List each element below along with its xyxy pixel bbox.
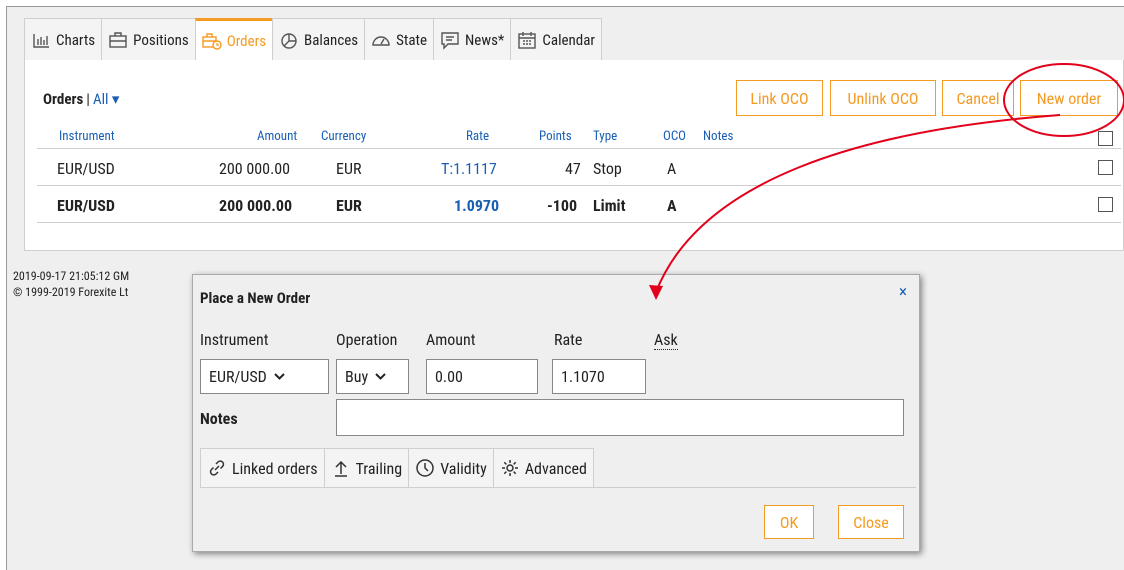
trailing-arrow-icon [334, 460, 347, 477]
cell-rate: T:1.1117 [441, 159, 497, 178]
cell-points: 47 [565, 159, 581, 178]
notes-label: Notes [200, 409, 238, 428]
link-oco-button[interactable]: Link OCO [736, 80, 823, 116]
tab-orders-label: Orders [226, 32, 267, 50]
col-rate[interactable]: Rate [466, 129, 489, 144]
balances-icon [281, 32, 297, 49]
tab-advanced[interactable]: Advanced [492, 448, 594, 488]
table-row[interactable]: EUR/USD 200 000.00 EUR 1.0970 -100 Limit… [37, 186, 1121, 223]
col-notes[interactable]: Notes [703, 129, 733, 144]
unlink-oco-button[interactable]: Unlink OCO [830, 80, 936, 116]
tab-news[interactable]: News* [433, 18, 512, 60]
tab-linked-orders-label: Linked orders [232, 458, 318, 478]
row-checkbox[interactable] [1098, 197, 1113, 212]
calendar-icon [518, 31, 537, 49]
state-icon [372, 35, 390, 46]
clock-icon [416, 459, 434, 477]
cancel-order-button[interactable]: Cancel [942, 80, 1014, 116]
tab-balances-label: Balances [304, 30, 359, 49]
instrument-value: EUR/USD [209, 367, 267, 386]
operation-value: Buy [345, 367, 369, 386]
new-order-button[interactable]: New order [1020, 80, 1118, 116]
cell-instrument: EUR/USD [57, 159, 115, 178]
cell-instrument: EUR/USD [57, 196, 115, 215]
col-oco[interactable]: OCO [663, 129, 686, 144]
orders-panel: Orders | All ▾ Link OCO Unlink OCO Cancel … [24, 60, 1124, 251]
instrument-label: Instrument [200, 330, 269, 349]
select-all-checkbox[interactable] [1098, 131, 1113, 146]
close-button[interactable]: Close [838, 505, 904, 539]
tab-state-label: State [396, 30, 427, 49]
tab-state[interactable]: State [364, 18, 434, 60]
notes-input[interactable] [336, 399, 904, 436]
cell-points: -100 [547, 196, 578, 215]
cell-type: Stop [593, 159, 622, 178]
cell-oco: A [667, 196, 677, 215]
rate-input[interactable]: 1.1070 [552, 359, 646, 394]
tab-calendar-label: Calendar [542, 30, 595, 49]
ok-button[interactable]: OK [764, 505, 814, 539]
positions-icon [109, 31, 127, 48]
status-footer: 2019-09-17 21:05:12 GM © 1999-2019 Forex… [13, 268, 129, 300]
cell-rate: 1.0970 [454, 196, 500, 215]
tab-trailing[interactable]: Trailing [323, 448, 410, 488]
tab-validity[interactable]: Validity [408, 448, 494, 488]
tab-linked-orders[interactable]: Linked orders [200, 448, 325, 488]
cell-currency: EUR [336, 159, 362, 178]
rate-label: Rate [554, 330, 583, 349]
gear-icon [501, 460, 518, 476]
row-checkbox[interactable] [1098, 160, 1113, 175]
tab-positions[interactable]: Positions [101, 18, 196, 60]
tab-charts-label: Charts [56, 30, 96, 49]
instrument-select[interactable]: EUR/USD [200, 359, 329, 394]
charts-icon [33, 33, 49, 48]
tab-orders[interactable]: Orders [194, 18, 274, 61]
table-header: Instrument Amount Currency Rate Points T… [37, 127, 1121, 149]
orders-icon [202, 33, 222, 50]
tab-charts[interactable]: Charts [24, 18, 103, 60]
cell-amount: 200 000.00 [219, 159, 291, 178]
col-currency[interactable]: Currency [321, 129, 366, 144]
tab-balances[interactable]: Balances [272, 18, 366, 60]
operation-select[interactable]: Buy [336, 359, 409, 394]
col-type[interactable]: Type [593, 129, 617, 144]
cell-oco: A [667, 159, 677, 178]
orders-header: Orders | All ▾ [43, 90, 119, 108]
title-separator: | [86, 90, 90, 108]
close-icon[interactable]: × [899, 282, 907, 302]
chevron-down-icon [375, 373, 386, 380]
tab-trailing-label: Trailing [355, 458, 403, 478]
tab-validity-label: Validity [440, 458, 487, 478]
ask-label[interactable]: Ask [654, 330, 678, 350]
cell-amount: 200 000.00 [219, 196, 293, 215]
dialog-title: Place a New Order [200, 289, 311, 307]
orders-filter-dropdown[interactable]: All ▾ [93, 90, 120, 108]
server-timestamp: 2019-09-17 21:05:12 GM [13, 269, 130, 283]
orders-table: Instrument Amount Currency Rate Points T… [37, 127, 1121, 223]
col-points[interactable]: Points [539, 129, 572, 144]
tab-calendar[interactable]: Calendar [510, 18, 602, 60]
table-row[interactable]: EUR/USD 200 000.00 EUR T:1.1117 47 Stop … [37, 149, 1121, 186]
col-instrument[interactable]: Instrument [59, 129, 115, 144]
cell-currency: EUR [336, 196, 362, 215]
orders-title: Orders [43, 90, 84, 108]
tab-advanced-label: Advanced [524, 458, 587, 478]
copyright-text: © 1999-2019 Forexite Lt [13, 285, 129, 299]
main-tabs: Charts Positions Orders Balances State N… [24, 18, 602, 61]
amount-label: Amount [426, 330, 476, 349]
col-amount[interactable]: Amount [257, 129, 297, 144]
news-icon [441, 31, 459, 50]
operation-label: Operation [336, 330, 398, 349]
dialog-tabs: Linked orders Trailing Validity Advanced [200, 448, 916, 488]
new-order-dialog: Place a New Order × Instrument Operation… [192, 274, 920, 552]
cell-type: Limit [593, 196, 626, 215]
link-icon [209, 460, 225, 476]
tab-positions-label: Positions [133, 30, 189, 49]
chevron-down-icon [274, 373, 285, 380]
tab-news-label: News* [465, 30, 505, 49]
amount-input[interactable]: 0.00 [426, 359, 538, 394]
